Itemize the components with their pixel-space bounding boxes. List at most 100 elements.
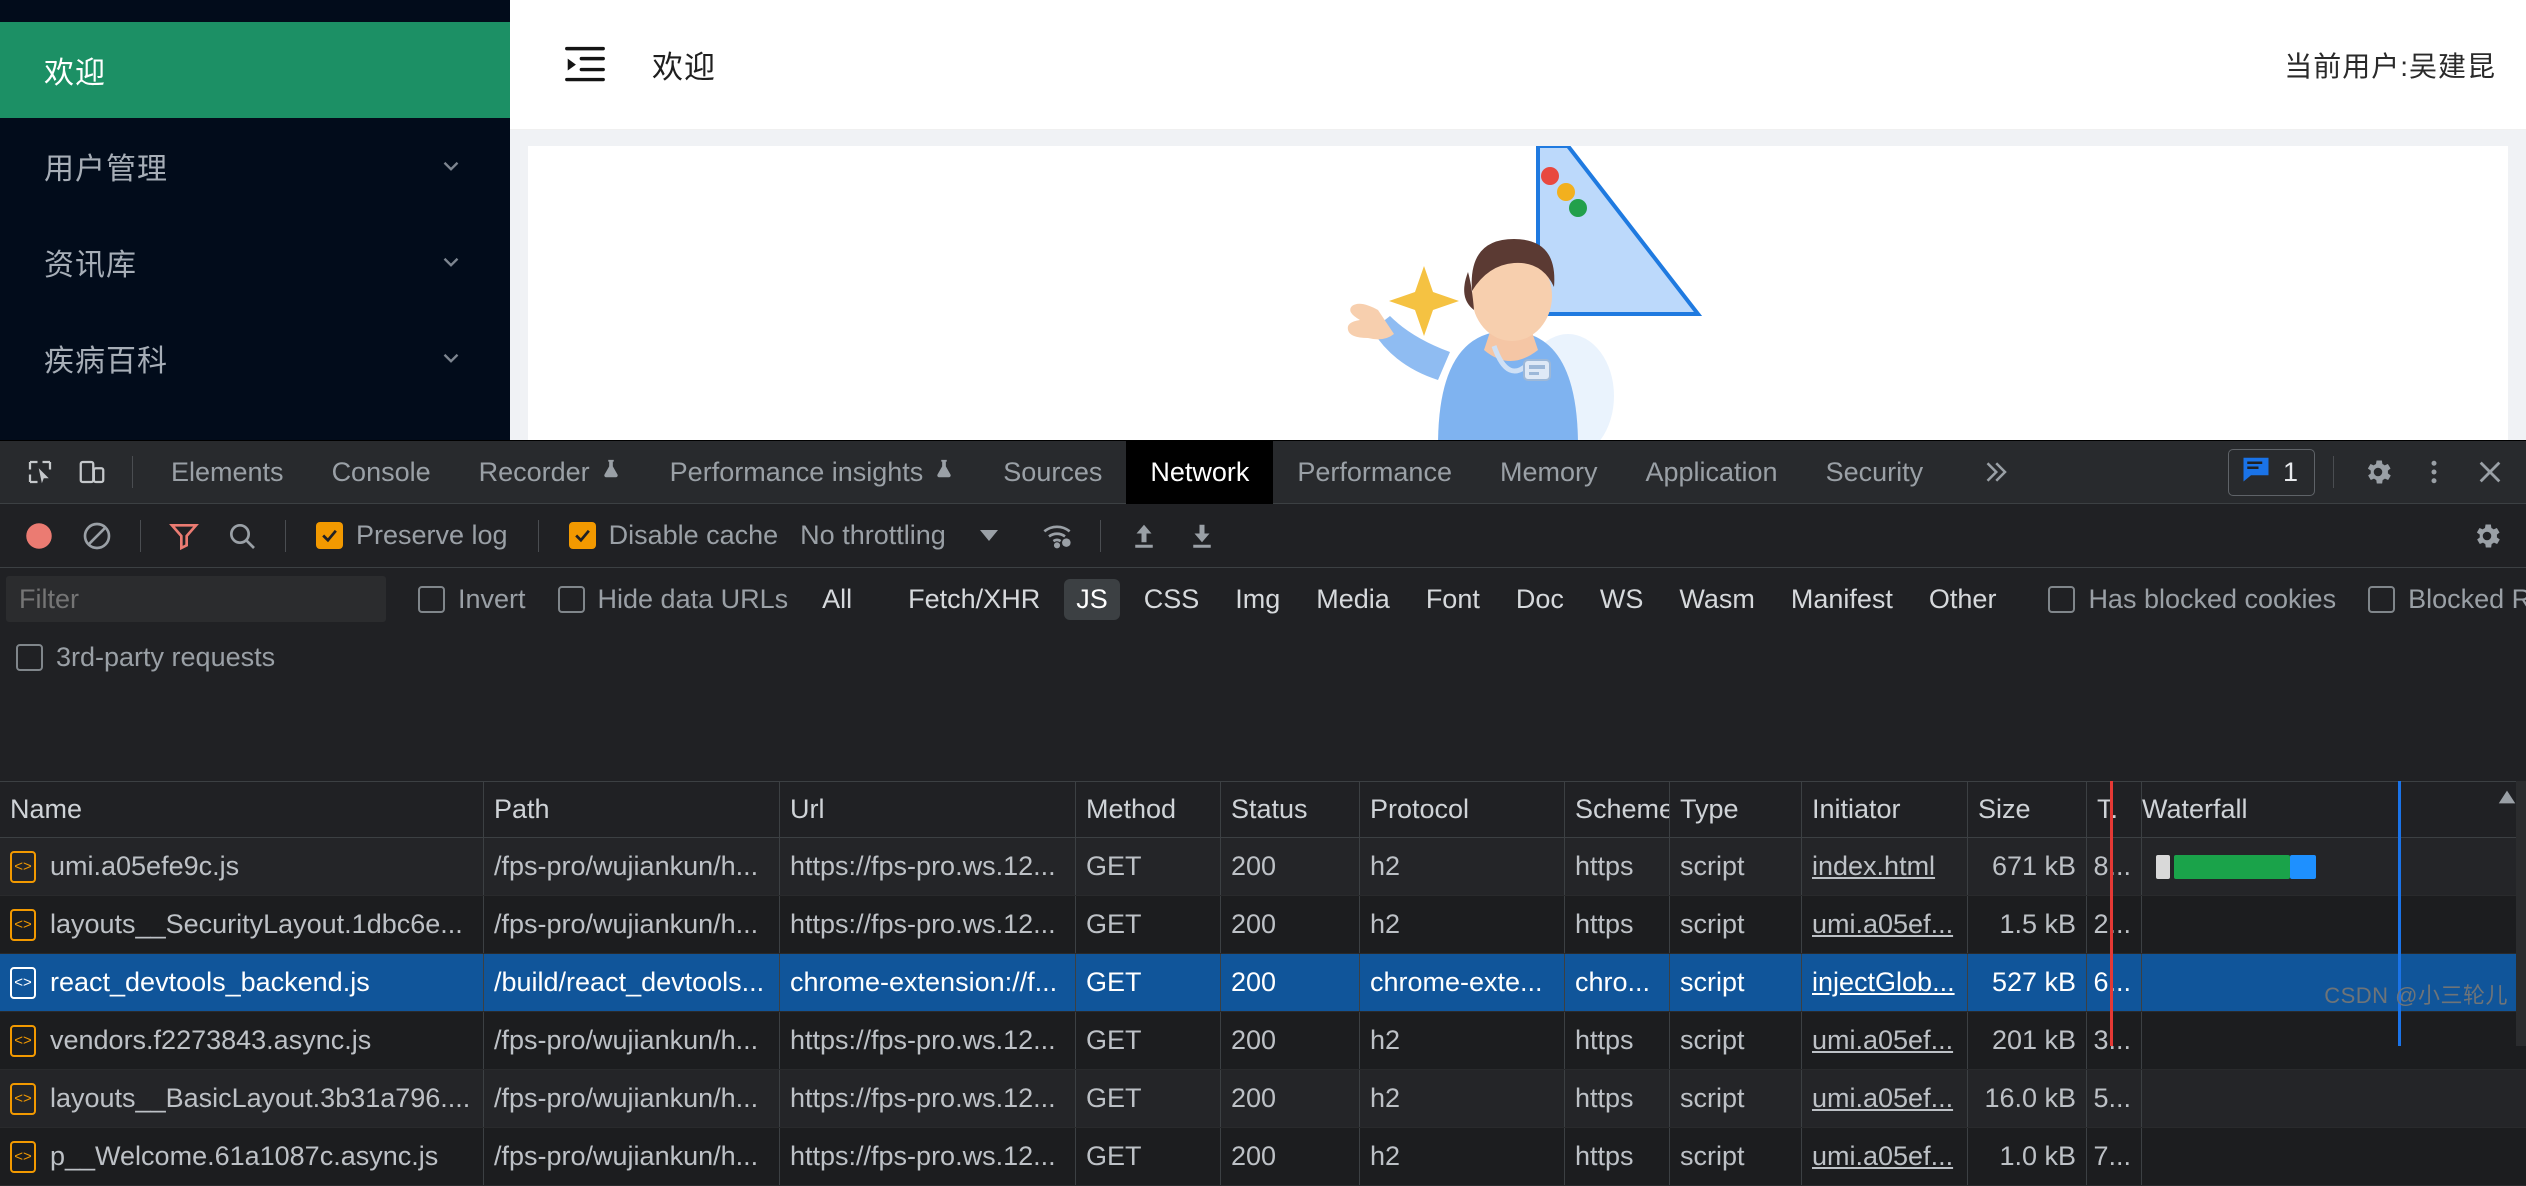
initiator-link[interactable]: umi.a05ef...	[1812, 1083, 1953, 1114]
has-blocked-cookies-checkbox[interactable]: Has blocked cookies	[2032, 584, 2352, 615]
initiator-link[interactable]: umi.a05ef...	[1812, 1141, 1953, 1172]
column-header-waterfall[interactable]: Waterfall	[2142, 782, 2526, 837]
blocked-requests-checkbox[interactable]: Blocked Requests	[2352, 584, 2526, 615]
tab-performance[interactable]: Performance	[1273, 441, 1476, 504]
wifi-settings-icon[interactable]	[1028, 507, 1086, 565]
cell-name[interactable]: <> vendors.f2273843.async.js	[0, 1012, 484, 1069]
experiment-flask-icon	[933, 457, 955, 488]
cell-name[interactable]: <> layouts__SecurityLayout.1dbc6e...	[0, 896, 484, 953]
gear-icon[interactable]	[2352, 446, 2404, 498]
column-header-type[interactable]: Type	[1670, 782, 1802, 837]
column-header-status[interactable]: Status	[1221, 782, 1360, 837]
cell-name[interactable]: <> p__Welcome.61a1087c.async.js	[0, 1128, 484, 1185]
throttling-select[interactable]: No throttling	[794, 520, 946, 551]
device-toolbar-icon[interactable]	[66, 446, 118, 498]
cell-initiator[interactable]: umi.a05ef...	[1802, 1070, 1968, 1127]
settings-gear-icon[interactable]	[2458, 507, 2516, 565]
table-row[interactable]: <> react_devtools_backend.js /build/reac…	[0, 954, 2526, 1012]
third-party-requests-checkbox[interactable]: 3rd-party requests	[10, 642, 291, 673]
cell-status: 200	[1221, 1128, 1360, 1185]
column-header-name[interactable]: Name	[0, 782, 484, 837]
cell-initiator[interactable]: umi.a05ef...	[1802, 896, 1968, 953]
tab-recorder[interactable]: Recorder	[455, 441, 646, 504]
vertical-scrollbar[interactable]	[2516, 781, 2526, 1046]
column-header-protocol[interactable]: Protocol	[1360, 782, 1565, 837]
cell-name[interactable]: <> umi.a05efe9c.js	[0, 838, 484, 895]
tab-sources[interactable]: Sources	[979, 441, 1126, 504]
cell-initiator[interactable]: umi.a05ef...	[1802, 1128, 1968, 1185]
three-dots-vertical-icon[interactable]	[2408, 446, 2460, 498]
sidebar-item-news-library[interactable]: 资讯库	[0, 214, 510, 310]
sidebar-item-disease-encyclopedia[interactable]: 疾病百科	[0, 310, 510, 406]
resource-filter-manifest[interactable]: Manifest	[1779, 579, 1905, 620]
cell-time: 7...	[2087, 1128, 2142, 1185]
cell-status: 200	[1221, 1012, 1360, 1069]
initiator-link[interactable]: injectGlob...	[1812, 967, 1955, 998]
resource-filter-doc[interactable]: Doc	[1504, 579, 1576, 620]
column-header-time[interactable]: T.	[2087, 782, 2142, 837]
record-stop-icon[interactable]	[10, 507, 68, 565]
disable-cache-checkbox[interactable]: Disable cache	[553, 520, 795, 551]
table-row[interactable]: <> vendors.f2273843.async.js /fps-pro/wu…	[0, 1012, 2526, 1070]
column-header-scheme[interactable]: Scheme	[1565, 782, 1670, 837]
tab-elements[interactable]: Elements	[147, 441, 308, 504]
filter-funnel-icon[interactable]	[155, 507, 213, 565]
tab-label: Network	[1150, 456, 1250, 487]
search-icon[interactable]	[213, 507, 271, 565]
invert-checkbox[interactable]: Invert	[402, 584, 542, 615]
column-header-size[interactable]: Size	[1968, 782, 2087, 837]
table-row[interactable]: <> layouts__SecurityLayout.1dbc6e... /fp…	[0, 896, 2526, 954]
chevron-down-icon[interactable]	[979, 530, 998, 541]
tab-performance-insights[interactable]: Performance insights	[646, 441, 980, 504]
column-header-path[interactable]: Path	[484, 782, 780, 837]
cell-initiator[interactable]: umi.a05ef...	[1802, 1012, 1968, 1069]
cell-status: 200	[1221, 954, 1360, 1011]
close-icon[interactable]	[2464, 446, 2516, 498]
action-divider	[2333, 456, 2334, 488]
initiator-link[interactable]: umi.a05ef...	[1812, 909, 1953, 940]
resource-filter-all[interactable]: All	[810, 579, 864, 620]
cell-initiator[interactable]: injectGlob...	[1802, 954, 1968, 1011]
cell-status: 200	[1221, 838, 1360, 895]
tab-memory[interactable]: Memory	[1476, 441, 1622, 504]
sidebar-top-spacer	[0, 0, 510, 22]
resource-filter-img[interactable]: Img	[1223, 579, 1292, 620]
resource-filter-css[interactable]: CSS	[1132, 579, 1212, 620]
tab-network[interactable]: Network	[1126, 440, 1274, 504]
resource-filter-fetch-xhr[interactable]: Fetch/XHR	[896, 579, 1052, 620]
hide-data-urls-checkbox[interactable]: Hide data URLs	[542, 584, 805, 615]
column-header-url[interactable]: Url	[780, 782, 1076, 837]
download-arrow-icon[interactable]	[1173, 507, 1231, 565]
tab-security[interactable]: Security	[1802, 441, 1948, 504]
cell-path: /fps-pro/wujiankun/h...	[484, 838, 780, 895]
filter-input[interactable]	[6, 576, 386, 622]
cell-name[interactable]: <> react_devtools_backend.js	[0, 954, 484, 1011]
tab-console[interactable]: Console	[308, 441, 455, 504]
resource-filter-js[interactable]: JS	[1064, 578, 1120, 620]
table-row[interactable]: <> umi.a05efe9c.js /fps-pro/wujiankun/h.…	[0, 838, 2526, 896]
cell-initiator[interactable]: index.html	[1802, 838, 1968, 895]
resource-filter-wasm[interactable]: Wasm	[1667, 579, 1767, 620]
initiator-link[interactable]: index.html	[1812, 851, 1935, 882]
table-row[interactable]: <> layouts__BasicLayout.3b31a796.... /fp…	[0, 1070, 2526, 1128]
sidebar-item-welcome[interactable]: 欢迎	[0, 22, 510, 118]
column-header-initiator[interactable]: Initiator	[1802, 782, 1968, 837]
tab-application[interactable]: Application	[1621, 441, 1801, 504]
issues-counter-button[interactable]: 1	[2227, 448, 2315, 496]
inspect-element-icon[interactable]	[14, 446, 66, 498]
cell-url: https://fps-pro.ws.12...	[780, 1070, 1076, 1127]
preserve-log-checkbox[interactable]: Preserve log	[300, 520, 524, 551]
resource-filter-ws[interactable]: WS	[1588, 579, 1656, 620]
clear-network-log-icon[interactable]	[68, 507, 126, 565]
sidebar-item-user-management[interactable]: 用户管理	[0, 118, 510, 214]
table-row[interactable]: <> p__Welcome.61a1087c.async.js /fps-pro…	[0, 1128, 2526, 1186]
upload-arrow-icon[interactable]	[1115, 507, 1173, 565]
chevron-double-right-icon[interactable]	[1969, 446, 2021, 498]
menu-fold-icon[interactable]	[558, 38, 612, 92]
column-header-method[interactable]: Method	[1076, 782, 1221, 837]
resource-filter-media[interactable]: Media	[1304, 579, 1402, 620]
cell-name[interactable]: <> layouts__BasicLayout.3b31a796....	[0, 1070, 484, 1127]
resource-filter-font[interactable]: Font	[1414, 579, 1492, 620]
initiator-link[interactable]: umi.a05ef...	[1812, 1025, 1953, 1056]
resource-filter-other[interactable]: Other	[1917, 579, 2009, 620]
